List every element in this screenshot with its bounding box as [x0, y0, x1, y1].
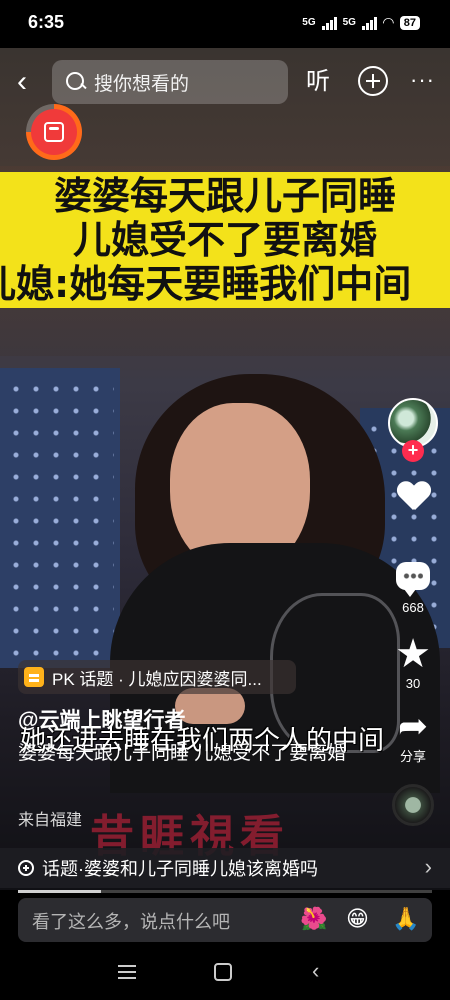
pk-topic-chip[interactable]: PK 话题 · 儿媳应因婆婆同... — [18, 660, 296, 694]
back-nav-button[interactable]: ‹ — [312, 958, 319, 984]
pk-topic-text: PK 话题 · 儿媳应因婆婆同... — [52, 669, 262, 689]
system-nav-bar: ‹ — [0, 950, 450, 1000]
video-progress-bar[interactable] — [18, 890, 432, 893]
pray-emoji-button[interactable]: 🙏 — [392, 906, 419, 934]
share-icon: ➦ — [397, 705, 429, 746]
share-button[interactable]: ➦ 分享 — [388, 708, 438, 765]
status-icons: 5G 5G ◠ 87 — [302, 14, 420, 31]
favorite-button[interactable]: ★ 30 — [388, 634, 438, 691]
home-button[interactable] — [214, 963, 232, 981]
signal-icon-2 — [361, 16, 377, 30]
post-location: 来自福建 — [18, 812, 83, 829]
banner-line-2: 儿媳受不了要离婚 — [72, 218, 377, 262]
favorite-count: 30 — [405, 676, 421, 691]
red-packet-timer[interactable] — [26, 104, 82, 160]
wifi-icon: ◠ — [382, 14, 394, 30]
battery-indicator: 87 — [399, 15, 420, 30]
status-time: 6:35 — [28, 12, 65, 32]
share-label: 分享 — [399, 749, 426, 764]
comment-icon — [396, 562, 430, 597]
post-description: 婆婆每天跟儿子同睡 儿媳受不了要离婚 — [18, 743, 347, 764]
topic-plus-icon — [18, 860, 34, 876]
back-button[interactable]: ‹ — [8, 62, 36, 102]
flower-emoji-button[interactable]: 🌺 — [300, 906, 327, 934]
follow-button[interactable]: + — [402, 440, 424, 462]
add-button[interactable] — [358, 66, 388, 96]
top-nav: ‹ 搜你想看的 听 ··· — [0, 56, 450, 108]
red-packet-icon — [44, 122, 64, 142]
pk-topic-icon — [24, 667, 44, 687]
network-label-2: 5G — [342, 17, 356, 28]
banner-line-3: 儿媳:她每天要睡我们中间 — [0, 262, 412, 306]
topic-bar[interactable]: 话题·婆婆和儿子同睡儿媳该离婚吗 › — [0, 848, 450, 888]
banner-line-1: 婆婆每天跟儿子同睡 — [53, 174, 396, 218]
topic-label: 话题·婆婆和儿子同睡儿媳该离婚吗 — [42, 859, 318, 879]
heart-icon — [397, 482, 429, 512]
status-bar: 6:35 5G 5G ◠ 87 — [0, 0, 450, 48]
network-label-1: 5G — [302, 17, 316, 28]
chevron-right-icon: › — [424, 854, 432, 879]
comment-count: 668 — [402, 600, 424, 615]
like-button[interactable] — [388, 482, 438, 512]
search-placeholder: 搜你想看的 — [94, 73, 190, 95]
comment-input[interactable]: 看了这么多，说点什么吧 🌺 😁 🙏 — [18, 898, 432, 942]
title-banner: 婆婆每天跟儿子同睡 儿媳受不了要离婚 儿媳:她每天要睡我们中间 — [0, 172, 450, 308]
comment-placeholder: 看了这么多，说点什么吧 — [32, 912, 230, 932]
star-icon: ★ — [395, 632, 431, 676]
grin-emoji-button[interactable]: 😁 — [346, 906, 369, 934]
author-name[interactable]: @云端上眺望行者 — [18, 704, 185, 734]
recent-apps-button[interactable] — [118, 965, 136, 979]
progress-fill — [18, 890, 101, 893]
signal-icon — [321, 16, 337, 30]
listen-button[interactable]: 听 — [306, 64, 330, 100]
comment-button[interactable]: 668 — [388, 562, 438, 615]
search-icon — [66, 72, 86, 92]
search-box[interactable]: 搜你想看的 — [52, 60, 288, 104]
more-icon[interactable]: ··· — [410, 62, 435, 98]
music-disc-icon[interactable] — [392, 784, 434, 826]
